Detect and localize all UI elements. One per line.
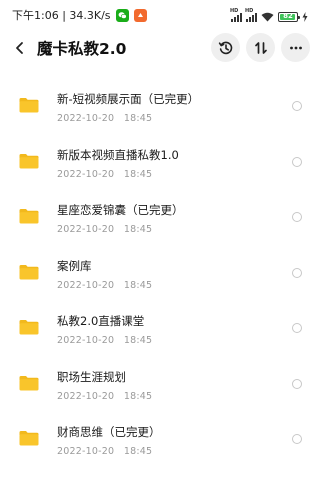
wechat-icon	[115, 8, 129, 22]
file-name: 星座恋爱锦囊（已完更）	[57, 203, 184, 217]
file-date: 2022-10-20 18:45	[57, 446, 153, 457]
select-radio[interactable]	[292, 267, 302, 278]
file-name: 新版本视频直播私教1.0	[57, 147, 179, 162]
file-name: 新-短视频展示面（已完更）	[57, 92, 200, 106]
folder-icon	[19, 431, 39, 446]
sort-icon	[254, 41, 267, 54]
list-item[interactable]: 星座恋爱锦囊（已完更） 2022-10-20 18:45	[0, 189, 320, 245]
history-icon	[218, 41, 232, 54]
folder-icon	[19, 153, 39, 168]
list-item[interactable]: 财商思维（已完更） 2022-10-20 18:45	[0, 411, 320, 467]
back-button[interactable]	[8, 36, 32, 60]
file-date: 2022-10-20 18:45	[57, 390, 153, 402]
file-name: 案例库	[57, 258, 92, 273]
folder-icon	[19, 98, 39, 113]
file-name: 私教2.0直播课堂	[57, 314, 145, 328]
folder-icon	[19, 375, 39, 390]
page-title: 魔卡私教2.0	[37, 40, 127, 58]
file-date: 2022-10-20 18:45	[57, 113, 153, 124]
select-radio[interactable]	[292, 378, 302, 389]
status-bar: 下午1:06 | 34.3K/s HD HD 82	[0, 0, 320, 28]
sort-button[interactable]	[246, 33, 275, 62]
more-button[interactable]	[281, 33, 310, 62]
folder-icon	[19, 209, 39, 224]
select-radio[interactable]	[292, 156, 302, 167]
select-radio[interactable]	[292, 323, 302, 333]
notification-app-icon	[133, 8, 147, 22]
status-time-speed: 下午1:06 | 34.3K/s	[12, 9, 111, 22]
battery-level: 82	[283, 12, 293, 20]
signal-hd-label: HD	[230, 8, 239, 14]
signal-icon: HD	[230, 8, 242, 22]
folder-icon	[19, 320, 39, 335]
select-radio[interactable]	[292, 434, 302, 444]
file-date: 2022-10-20 18:45	[57, 335, 153, 346]
header: 魔卡私教2.0	[0, 28, 320, 68]
list-item[interactable]: 私教2.0直播课堂 2022-10-20 18:45	[0, 300, 320, 356]
signal-icon-2: HD	[245, 8, 257, 22]
folder-icon	[19, 264, 39, 279]
history-button[interactable]	[211, 33, 240, 62]
select-radio[interactable]	[292, 101, 302, 111]
file-date: 2022-10-20 18:45	[57, 168, 153, 180]
chevron-left-icon	[16, 42, 23, 54]
charging-icon	[302, 7, 308, 26]
file-date: 2022-10-20 18:45	[57, 224, 153, 235]
list-item[interactable]: 新版本视频直播私教1.0 2022-10-20 18:45	[0, 134, 320, 190]
file-date: 2022-10-20 18:45	[57, 279, 153, 291]
file-name: 职场生涯规划	[57, 369, 126, 384]
battery-icon: 82	[278, 11, 300, 22]
status-left: 下午1:06 | 34.3K/s	[12, 7, 147, 23]
status-right: HD HD 82	[230, 7, 308, 26]
select-radio[interactable]	[292, 212, 302, 222]
file-name: 财商思维（已完更）	[57, 425, 161, 439]
list-item[interactable]: 新-短视频展示面（已完更） 2022-10-20 18:45	[0, 78, 320, 134]
file-list: 新-短视频展示面（已完更） 2022-10-20 18:45 新版本视频直播私教…	[0, 78, 320, 467]
list-item[interactable]: 职场生涯规划 2022-10-20 18:45	[0, 356, 320, 412]
wifi-icon	[261, 7, 274, 26]
signal-hd-label-2: HD	[245, 8, 254, 14]
list-item[interactable]: 案例库 2022-10-20 18:45	[0, 245, 320, 301]
more-icon	[289, 46, 302, 49]
